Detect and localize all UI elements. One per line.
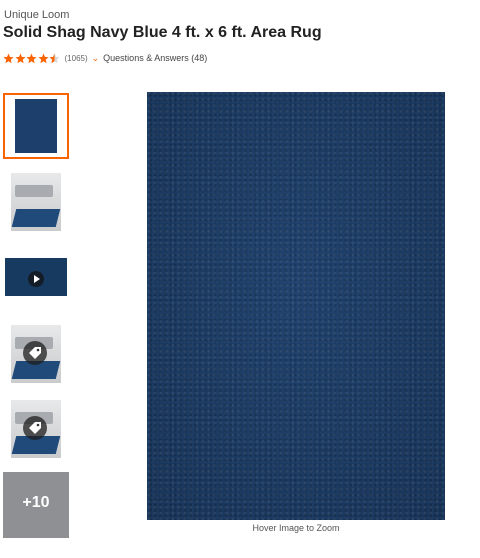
brand-link[interactable]: Unique Loom <box>4 9 69 21</box>
tag-icon <box>23 416 47 440</box>
star-icon <box>49 53 60 64</box>
rating-row: (1065) ⌄ Questions & Answers (48) <box>3 51 207 65</box>
room-thumbnail-image <box>11 173 61 231</box>
video-thumbnail-image <box>5 258 67 296</box>
main-product-image[interactable] <box>147 92 445 520</box>
review-count[interactable]: (1065) <box>65 54 88 63</box>
questions-answers-link[interactable]: Questions & Answers (48) <box>103 53 207 63</box>
star-icon <box>3 53 14 64</box>
thumbnail-3[interactable] <box>3 246 69 312</box>
star-rating[interactable] <box>3 53 61 64</box>
play-icon <box>28 271 44 287</box>
product-title: Solid Shag Navy Blue 4 ft. x 6 ft. Area … <box>3 24 322 41</box>
star-icon <box>26 53 37 64</box>
chevron-down-icon[interactable]: ⌄ <box>92 53 100 63</box>
thumbnail-5[interactable] <box>3 396 69 462</box>
star-icon <box>15 53 26 64</box>
thumbnail-2[interactable] <box>3 169 69 235</box>
rug-thumbnail-image <box>15 99 57 153</box>
tag-icon <box>23 341 47 365</box>
zoom-hint: Hover Image to Zoom <box>252 523 340 533</box>
more-images-count: +10 <box>22 494 50 511</box>
more-images-tile: +10 <box>3 472 69 538</box>
thumbnail-more[interactable]: +10 <box>3 472 69 538</box>
thumbnail-1[interactable] <box>3 93 69 159</box>
star-icon <box>38 53 49 64</box>
thumbnail-4[interactable] <box>3 321 69 387</box>
